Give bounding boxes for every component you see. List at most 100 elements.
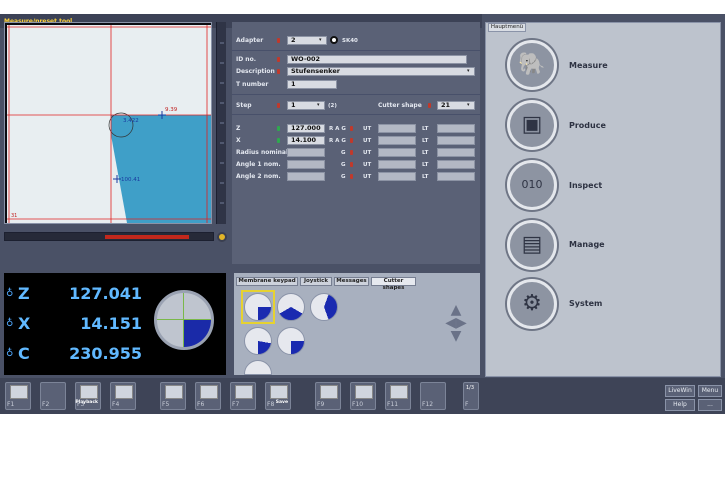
adapter-select[interactable]: 2 ▾ xyxy=(287,36,327,45)
x-field[interactable]: 14.100 xyxy=(287,136,325,145)
binary-inspect-icon: 010 xyxy=(521,178,543,191)
menu-label-measure: Measure xyxy=(569,61,608,70)
folder-icon: ▤ xyxy=(521,232,543,257)
corner-label: 31 xyxy=(11,213,17,219)
z-flags: R A G xyxy=(329,126,346,132)
description-label: Description xyxy=(236,68,275,75)
angle2-field[interactable] xyxy=(287,172,325,181)
f9-button[interactable]: F9 xyxy=(315,382,341,410)
f7-button[interactable]: F7 xyxy=(230,382,256,410)
crosshair-indicator xyxy=(154,290,214,350)
manage-button[interactable]: ▤ xyxy=(507,220,557,270)
id-label: ID no. xyxy=(236,56,256,63)
tab-messages[interactable]: Messages xyxy=(334,277,369,286)
view-vertical-scrollbar[interactable] xyxy=(216,22,226,224)
angle1-lt-field[interactable] xyxy=(437,160,475,169)
f8-button[interactable]: Save F8 xyxy=(265,382,291,410)
cutter-shape-option[interactable] xyxy=(244,327,272,355)
cutter-shape-option[interactable] xyxy=(277,327,305,355)
direction-pad-icon[interactable]: ▲ ◀▶ ▼ xyxy=(438,303,474,356)
cutter-shape-option[interactable] xyxy=(310,293,338,321)
more-button[interactable]: ... xyxy=(698,399,722,411)
produce-button[interactable]: ▣ xyxy=(507,100,557,150)
x-flags: R A G xyxy=(329,138,346,144)
dro-value-z: 127.041 xyxy=(69,284,142,303)
f1-button[interactable]: F1 xyxy=(5,382,31,410)
x-label: X xyxy=(236,137,241,144)
main-menu-tab[interactable]: Hauptmenü xyxy=(488,23,526,32)
cutter-shape-option[interactable] xyxy=(277,293,305,321)
adapter-note: SK40 xyxy=(342,38,358,44)
f6-button[interactable]: F6 xyxy=(195,382,221,410)
z-field[interactable]: 127.000 xyxy=(287,124,325,133)
step-select[interactable]: 1 ▾ xyxy=(287,101,325,110)
cutter-shape-label: Cutter shape xyxy=(378,102,422,109)
radius-label: Radius nominal xyxy=(236,149,289,156)
c-axis-icon: ♁ xyxy=(6,348,14,359)
cutter-shape-option[interactable] xyxy=(244,293,272,321)
menu-label-system: System xyxy=(569,299,603,308)
step-label: Step xyxy=(236,102,252,109)
step-count: (2) xyxy=(328,103,337,109)
z-label: Z xyxy=(236,125,241,132)
top-dim-label: 9.39 xyxy=(165,107,178,113)
tool-data-form: Adapter 2 ▾ SK40 ID no. WO-002 Descriptio… xyxy=(232,22,480,264)
page-indicator: 1/3 xyxy=(466,385,475,391)
angle-label: 3.422 xyxy=(123,118,139,124)
f11-button[interactable]: F11 xyxy=(385,382,411,410)
f5-button[interactable]: F5 xyxy=(160,382,186,410)
id-field[interactable]: WO-002 xyxy=(287,55,467,64)
angle1-field[interactable] xyxy=(287,160,325,169)
f4-button[interactable]: F4 xyxy=(110,382,136,410)
angle1-label: Angle 1 nom. xyxy=(236,161,281,168)
dro-axis-z: Z xyxy=(18,284,30,303)
adapter-label: Adapter xyxy=(236,37,264,44)
z-lt-field[interactable] xyxy=(437,124,475,133)
tab-joystick[interactable]: Joystick xyxy=(300,277,332,286)
workpiece-profile xyxy=(111,115,211,223)
x-lt-field[interactable] xyxy=(437,136,475,145)
page-toggle-button[interactable]: 1/3 F xyxy=(463,382,479,410)
radius-lt-field[interactable] xyxy=(437,148,475,157)
menu-button[interactable]: Menu xyxy=(698,385,722,397)
view-horizontal-scrollbar[interactable] xyxy=(4,232,214,241)
f3-button[interactable]: Playback F3 xyxy=(75,382,101,410)
measure-button[interactable]: 🐘 xyxy=(507,40,557,90)
dro-value-c: 230.955 xyxy=(69,344,142,363)
inspect-button[interactable]: 010 xyxy=(507,160,557,210)
z-ut-field[interactable] xyxy=(378,124,416,133)
radius-field[interactable] xyxy=(287,148,325,157)
x-axis-icon: ♁ xyxy=(6,318,14,329)
x-ut-field[interactable] xyxy=(378,136,416,145)
tab-cutter-shapes[interactable]: Cutter shapes xyxy=(371,277,416,291)
menu-label-inspect: Inspect xyxy=(569,181,603,190)
tnumber-field[interactable]: 1 xyxy=(287,80,337,89)
f2-button[interactable]: F2 xyxy=(40,382,66,410)
f10-button[interactable]: F10 xyxy=(350,382,376,410)
gears-icon: ⚙ xyxy=(522,291,542,316)
cutter-shape-select[interactable]: 21 ▾ xyxy=(437,101,475,110)
angle1-ut-field[interactable] xyxy=(378,160,416,169)
angle2-ut-field[interactable] xyxy=(378,172,416,181)
system-button[interactable]: ⚙ xyxy=(507,279,557,329)
menu-label-produce: Produce xyxy=(569,121,606,130)
machine-icon: ▣ xyxy=(521,112,543,137)
scroll-range-band xyxy=(105,235,189,239)
f12-button[interactable]: F12 xyxy=(420,382,446,410)
angle2-lt-field[interactable] xyxy=(437,172,475,181)
z-axis-icon: ♁ xyxy=(6,288,14,299)
tab-membrane-keypad[interactable]: Membrane keypad xyxy=(236,277,298,286)
dro-axis-x: X xyxy=(18,314,31,333)
dro-value-x: 14.151 xyxy=(80,314,142,333)
help-button[interactable]: Help xyxy=(665,399,695,411)
tnumber-label: T number xyxy=(236,81,269,88)
focus-button[interactable] xyxy=(217,232,227,242)
angle2-label: Angle 2 nom. xyxy=(236,173,281,180)
radius-ut-field[interactable] xyxy=(378,148,416,157)
livewin-button[interactable]: LiveWin xyxy=(665,385,695,397)
tool-view[interactable]: 3.422 9.39 100.41 31 xyxy=(4,22,212,224)
dro-axis-c: C xyxy=(18,344,30,363)
tool-graphic: 3.422 9.39 100.41 31 xyxy=(7,25,211,223)
description-field[interactable]: Stufensenker ▾ xyxy=(287,67,475,76)
menu-label-manage: Manage xyxy=(569,240,605,249)
